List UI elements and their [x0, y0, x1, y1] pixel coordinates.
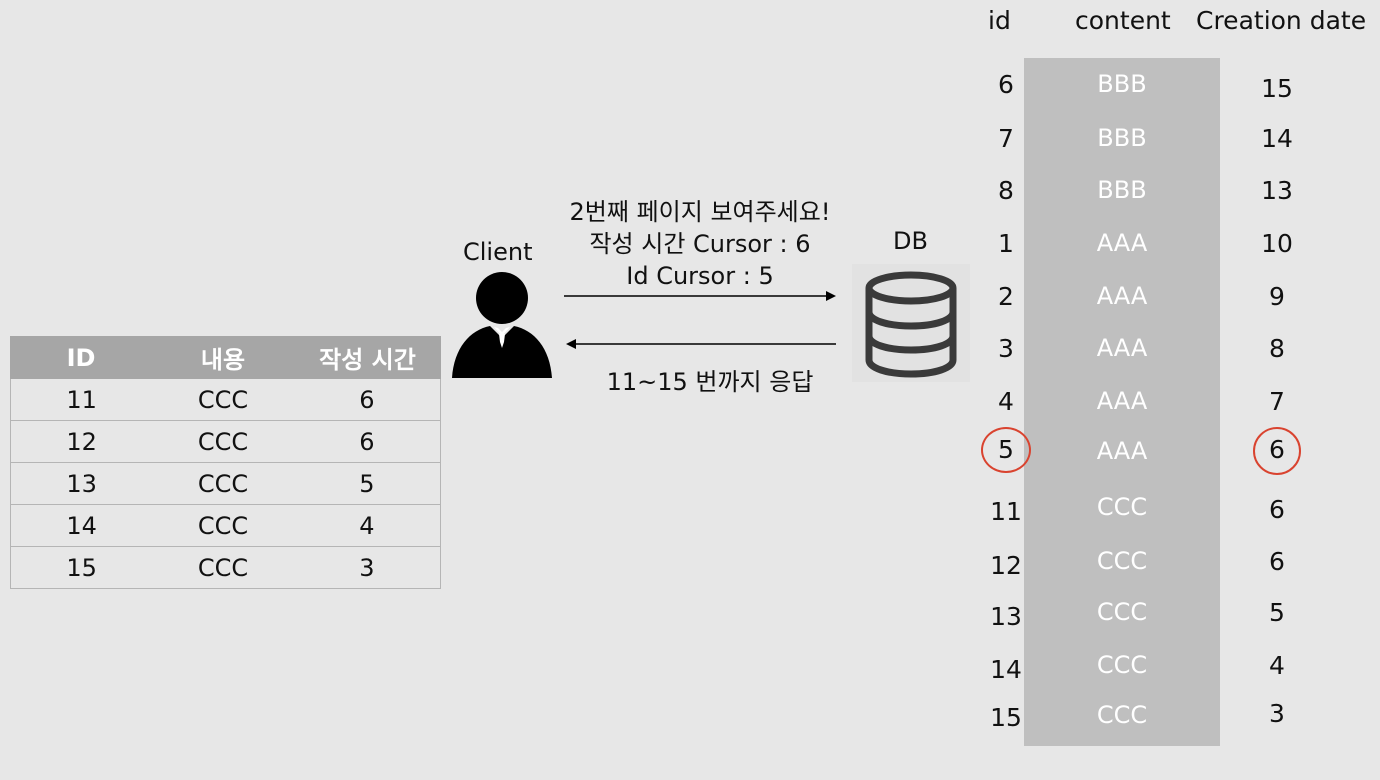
db-cell-date: 8	[1269, 334, 1285, 363]
cell-id: 12	[66, 427, 97, 456]
db-cell-content: AAA	[1096, 282, 1148, 310]
db-cell-content: CCC	[1096, 701, 1148, 729]
table-row: 15 CCC 3	[10, 547, 441, 589]
request-arrow	[564, 291, 836, 301]
cursor-id-highlight	[981, 427, 1031, 473]
cell-time: 5	[359, 469, 375, 498]
cell-time: 6	[359, 427, 375, 456]
cell-id: 15	[66, 553, 97, 582]
table-row: 11 CCC 6	[10, 379, 441, 421]
database-icon	[852, 264, 970, 382]
db-cell-content: CCC	[1096, 598, 1148, 626]
table-row: 12 CCC 6	[10, 421, 441, 463]
cell-id: 11	[66, 385, 97, 414]
request-message: 2번째 페이지 보여주세요! 작성 시간 Cursor : 6 Id Curso…	[520, 196, 880, 292]
db-cell-date: 6	[1269, 547, 1285, 576]
db-cell-content: CCC	[1096, 547, 1148, 575]
result-table-header: ID 내용 작성 시간	[10, 336, 441, 379]
db-cell-date: 10	[1261, 229, 1293, 258]
db-header-content: content	[1075, 6, 1171, 35]
db-cell-content: BBB	[1097, 124, 1147, 152]
result-header-time: 작성 시간	[319, 346, 416, 374]
db-header-date: Creation date	[1196, 6, 1367, 35]
db-cell-content: AAA	[1096, 437, 1148, 465]
table-row: 14 CCC 4	[10, 505, 441, 547]
request-line-1: 2번째 페이지 보여주세요!	[569, 198, 831, 226]
db-cell-date: 13	[1261, 176, 1293, 205]
result-header-content: 내용	[200, 346, 246, 374]
db-label: DB	[893, 227, 928, 255]
response-message: 11~15 번까지 응답	[606, 368, 814, 396]
table-row: 13 CCC 5	[10, 463, 441, 505]
db-cell-content: AAA	[1096, 387, 1148, 415]
db-cell-content: CCC	[1096, 493, 1148, 521]
cell-content: CCC	[197, 553, 249, 582]
db-header-id: id	[988, 6, 1011, 35]
db-cell-date: 15	[1261, 74, 1293, 103]
cell-time: 6	[359, 385, 375, 414]
db-cell-date: 5	[1269, 598, 1285, 627]
db-cell-date: 7	[1269, 387, 1285, 416]
db-cell-date: 3	[1269, 699, 1285, 728]
cell-time: 4	[359, 511, 375, 540]
cell-time: 3	[359, 553, 375, 582]
db-cell-content: CCC	[1096, 651, 1148, 679]
cell-content: CCC	[197, 427, 249, 456]
cell-id: 13	[66, 469, 97, 498]
cell-content: CCC	[197, 511, 249, 540]
db-cell-date: 9	[1269, 282, 1285, 311]
cursor-date-highlight	[1253, 427, 1301, 475]
response-arrow	[566, 339, 836, 349]
db-cell-content: BBB	[1097, 70, 1147, 98]
db-cell-content: AAA	[1096, 229, 1148, 257]
db-cell-date: 4	[1269, 651, 1285, 680]
cell-id: 14	[66, 511, 97, 540]
db-cell-content: AAA	[1096, 334, 1148, 362]
db-cell-content: BBB	[1097, 176, 1147, 204]
db-cell-date: 14	[1261, 124, 1293, 153]
cell-content: CCC	[197, 385, 249, 414]
cell-content: CCC	[197, 469, 249, 498]
request-line-2: 작성 시간 Cursor : 6	[589, 230, 811, 258]
db-cell-date: 6	[1269, 495, 1285, 524]
result-table: ID 내용 작성 시간 11 CCC 6 12 CCC 6 13 CCC 5 1…	[10, 336, 441, 589]
result-header-id: ID	[66, 343, 96, 372]
